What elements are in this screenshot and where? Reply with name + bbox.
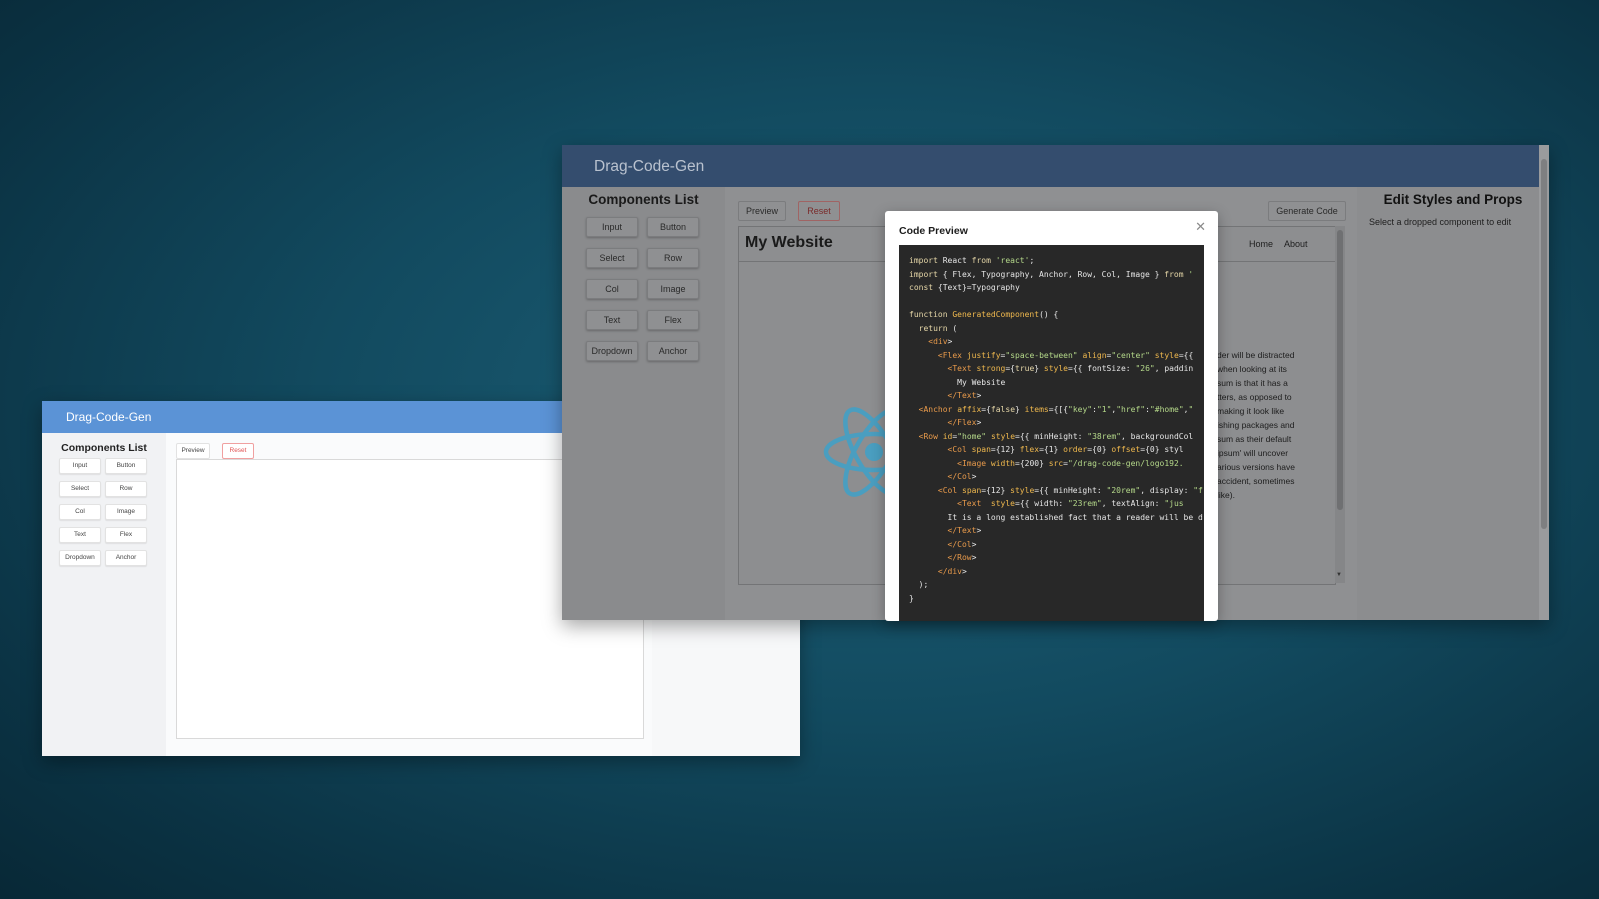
components-sidebar: Components List Input Button Select Row … <box>562 187 725 620</box>
component-col[interactable]: Col <box>586 279 638 299</box>
paragraph-line: when looking at its <box>1217 364 1287 374</box>
component-dropdown[interactable]: Dropdown <box>59 550 101 566</box>
component-flex[interactable]: Flex <box>105 527 147 543</box>
component-row[interactable]: Row <box>105 481 147 497</box>
code-line: </Row> <box>947 553 977 562</box>
code-line: <Col span={12} style={{ minHeight: "20re… <box>937 485 1203 495</box>
code-line: } <box>909 593 914 603</box>
component-select[interactable]: Select <box>59 481 101 497</box>
paragraph-line: ipsum' will uncover <box>1217 448 1289 458</box>
component-select[interactable]: Select <box>586 248 638 268</box>
component-dropdown[interactable]: Dropdown <box>586 341 638 361</box>
nav-link-about[interactable]: About <box>1284 239 1308 249</box>
components-sidebar: Components List Input Button Select Row … <box>42 433 166 756</box>
paragraph-line: making it look like <box>1217 406 1285 416</box>
paragraph-line: arious versions have <box>1217 462 1295 472</box>
code-line: <div> <box>928 337 953 346</box>
code-line: import React from 'react'; <box>909 256 1035 265</box>
window-scrollbar[interactable] <box>1539 145 1549 620</box>
components-list-title: Components List <box>588 192 699 207</box>
generate-code-button[interactable]: Generate Code <box>1268 201 1346 221</box>
reset-button[interactable]: Reset <box>798 201 840 221</box>
paragraph-line: der will be distracted <box>1217 350 1295 360</box>
component-anchor[interactable]: Anchor <box>105 550 147 566</box>
paragraph-line: like). <box>1217 490 1235 500</box>
code-line: <Text strong={true} style={{ fontSize: "… <box>947 364 1194 373</box>
component-text[interactable]: Text <box>586 310 638 330</box>
code-line: function GeneratedComponent() { <box>909 310 1059 319</box>
code-line: </Col> <box>947 539 977 549</box>
reset-button[interactable]: Reset <box>222 443 254 459</box>
code-line: <Col span={12} flex={1} order={0} offset… <box>947 445 1184 454</box>
app-header: Drag-Code-Gen <box>562 145 1549 187</box>
code-line: It is a long established fact that a rea… <box>909 512 1203 522</box>
scrollbar-thumb[interactable] <box>1337 230 1343 510</box>
component-flex[interactable]: Flex <box>647 310 699 330</box>
code-line: </Col> <box>947 472 977 481</box>
nav-link-home[interactable]: Home <box>1249 239 1273 249</box>
paragraph-line: ishing packages and <box>1217 420 1295 430</box>
paragraph-line: accident, sometimes <box>1217 476 1295 486</box>
code-line: My Website <box>909 377 1006 387</box>
code-line: </Flex> <box>947 418 982 427</box>
component-anchor[interactable]: Anchor <box>647 341 699 361</box>
preview-button[interactable]: Preview <box>738 201 786 221</box>
component-button[interactable]: Button <box>647 217 699 237</box>
component-image[interactable]: Image <box>105 504 147 520</box>
scroll-down-icon[interactable]: ▼ <box>1336 572 1342 578</box>
code-line: <Flex justify="space-between" align="cen… <box>937 350 1194 360</box>
code-text: import React from 'react'; import { Flex… <box>899 245 1204 605</box>
app-title: Drag-Code-Gen <box>66 410 152 424</box>
paragraph-line: sum is that it has a <box>1217 378 1288 388</box>
code-line: </div> <box>937 566 967 576</box>
code-line: return ( <box>918 323 958 333</box>
edit-styles-panel: Edit Styles and Props Select a dropped c… <box>1357 187 1549 620</box>
code-line: <Image width={200} src="/drag-code-gen/l… <box>957 458 1184 468</box>
code-line: import { Flex, Typography, Anchor, Row, … <box>909 269 1194 279</box>
modal-title: Code Preview <box>899 225 968 237</box>
code-line: ); <box>909 580 929 589</box>
app-title: Drag-Code-Gen <box>594 158 705 175</box>
component-text[interactable]: Text <box>59 527 101 543</box>
code-line: const {Text}=Typography <box>909 283 1020 292</box>
code-line: <Anchor affix={false} items={[{"key":"1"… <box>918 404 1194 414</box>
close-icon[interactable]: ✕ <box>1195 219 1206 235</box>
component-button[interactable]: Button <box>105 458 147 474</box>
edit-panel-hint: Select a dropped component to edit <box>1369 217 1512 227</box>
components-list-title: Components List <box>61 442 147 454</box>
edit-panel-title: Edit Styles and Props <box>1383 192 1523 207</box>
code-line: </Text> <box>947 391 982 400</box>
code-block: import React from 'react'; import { Flex… <box>899 245 1204 621</box>
preview-button[interactable]: Preview <box>176 443 210 459</box>
component-col[interactable]: Col <box>59 504 101 520</box>
canvas-scrollbar[interactable]: ▼ <box>1335 226 1345 583</box>
site-title: My Website <box>745 234 833 251</box>
scrollbar-thumb[interactable] <box>1541 159 1547 529</box>
component-input[interactable]: Input <box>59 458 101 474</box>
code-line: </Text> <box>947 526 982 535</box>
component-input[interactable]: Input <box>586 217 638 237</box>
component-image[interactable]: Image <box>647 279 699 299</box>
component-row[interactable]: Row <box>647 248 699 268</box>
code-line: <Row id="home" style={{ minHeight: "38re… <box>918 431 1194 441</box>
code-line: <Text style={{ width: "23rem", textAlign… <box>957 499 1184 508</box>
paragraph-line: sum as their default <box>1217 434 1292 444</box>
paragraph-line: tters, as opposed to <box>1217 392 1292 402</box>
code-preview-modal: Code Preview ✕ import React from 'react'… <box>885 211 1218 621</box>
